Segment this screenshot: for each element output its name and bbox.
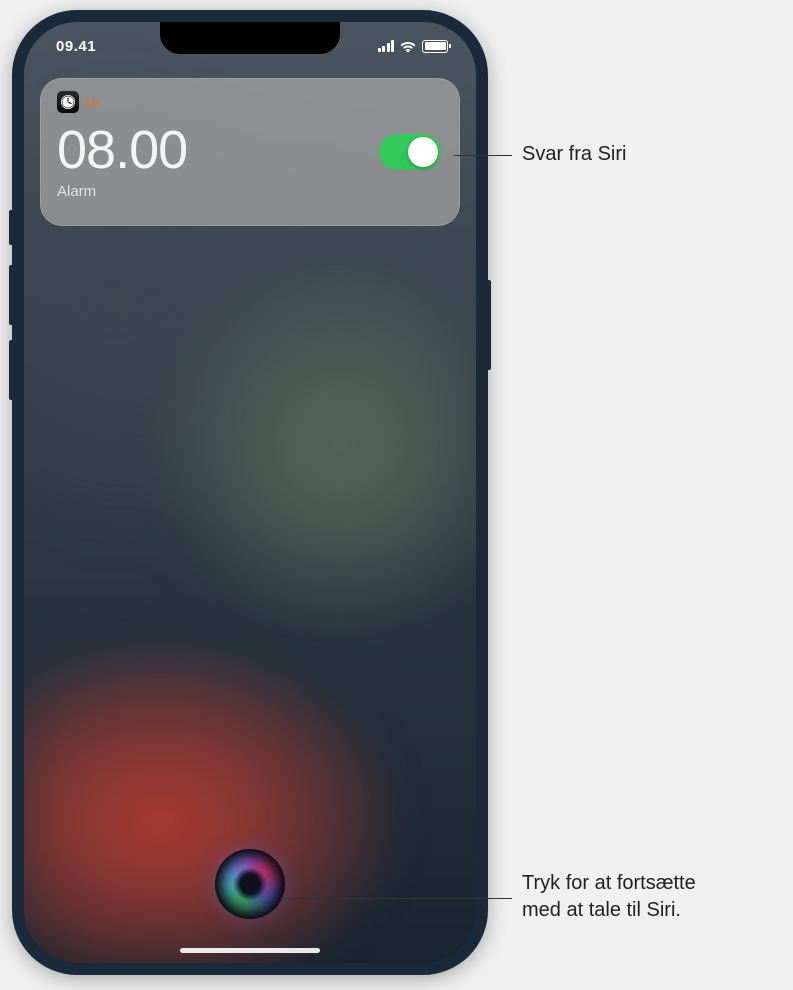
card-header: Ur — [57, 91, 443, 113]
callout-label-top: Svar fra Siri — [522, 143, 626, 166]
volume-up-button — [9, 265, 13, 325]
status-icons-group — [378, 40, 449, 53]
callout-line1: Tryk for at fortsætte — [522, 872, 696, 894]
clock-app-icon — [57, 91, 79, 113]
siri-orb-button[interactable] — [215, 849, 285, 919]
home-indicator[interactable] — [180, 948, 320, 953]
card-app-name: Ur — [85, 94, 100, 110]
callout-leader-line — [280, 898, 512, 899]
iphone-device-frame: 09.41 — [12, 10, 488, 975]
callout-label-bottom: Tryk for at fortsætte med at tale til Si… — [522, 870, 772, 924]
cellular-signal-icon — [378, 40, 395, 52]
callout-leader-line — [454, 155, 512, 156]
wifi-icon — [399, 40, 417, 53]
toggle-knob — [408, 137, 438, 167]
battery-icon — [422, 40, 448, 53]
side-button — [487, 280, 491, 370]
volume-down-button — [9, 340, 13, 400]
alarm-toggle[interactable] — [379, 134, 441, 170]
mute-switch — [9, 210, 13, 245]
siri-response-card: Ur 08.00 Alarm — [40, 78, 460, 226]
callout-line2: med at tale til Siri. — [522, 899, 681, 921]
alarm-label: Alarm — [57, 183, 443, 200]
notch — [160, 22, 340, 54]
status-time: 09.41 — [56, 38, 96, 55]
phone-screen: 09.41 — [24, 22, 476, 963]
